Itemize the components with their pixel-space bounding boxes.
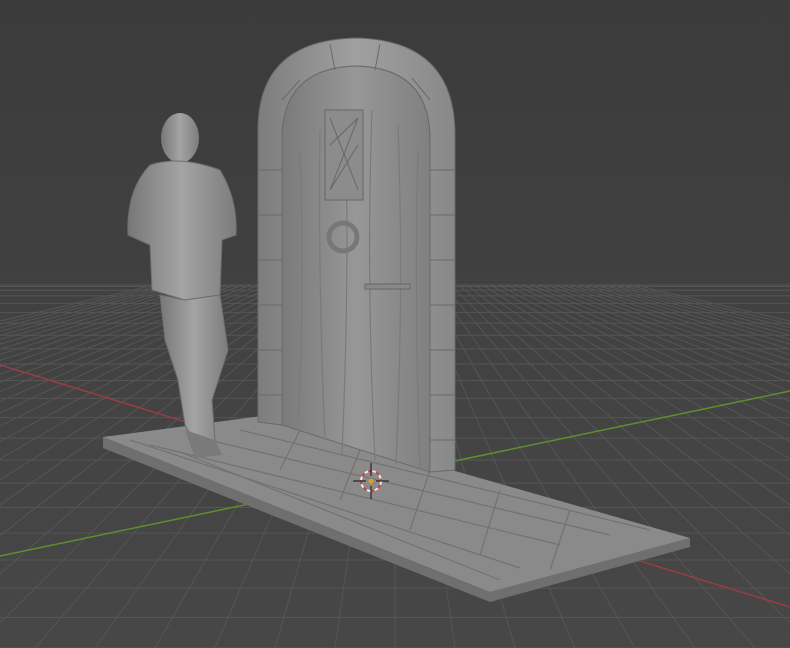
grid-line: [578, 284, 790, 350]
figure-head: [161, 113, 199, 163]
grid-line: [618, 284, 790, 329]
viewport-canvas[interactable]: [0, 0, 790, 648]
grid-line: [562, 284, 790, 361]
grid-line: [0, 284, 172, 329]
grid-line: [530, 284, 790, 392]
arched-door[interactable]: [257, 37, 456, 473]
grid-line: [546, 284, 790, 375]
grid-line: [554, 284, 790, 368]
grid-line: [514, 284, 790, 414]
3d-viewport[interactable]: [0, 0, 790, 648]
grid-line: [426, 284, 636, 648]
door-handle[interactable]: [364, 283, 411, 290]
